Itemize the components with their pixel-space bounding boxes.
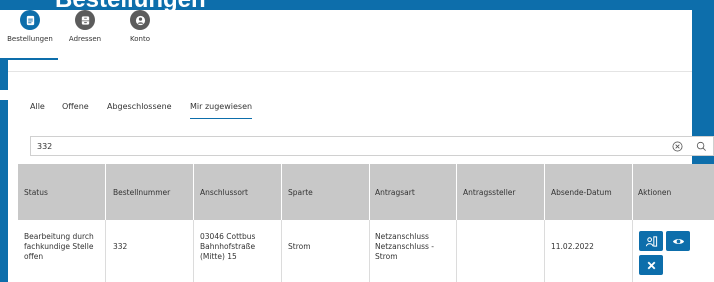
tab-alle[interactable]: Alle: [30, 102, 45, 111]
clear-icon[interactable]: [672, 141, 683, 152]
column-header-aktionen: Aktionen: [638, 188, 672, 197]
search-input[interactable]: [37, 140, 637, 153]
table-row: Bearbeitung durch fachkundige Stelle off…: [18, 220, 714, 282]
column-header-absende-datum: Absende-Datum: [551, 188, 612, 197]
tab-offene[interactable]: Offene: [62, 102, 89, 111]
eye-icon: [672, 238, 684, 244]
tab-abgeschlossene[interactable]: Abgeschlossene: [107, 102, 172, 111]
close-icon: [647, 261, 655, 269]
tab-mir-zugewiesen[interactable]: Mir zugewiesen: [190, 102, 253, 119]
cell-absende-datum: 11.02.2022: [551, 242, 594, 251]
column-header-antragssteller: Antragssteller: [463, 188, 516, 197]
archive-box-icon: [75, 10, 95, 30]
column-header-sparte: Sparte: [288, 188, 313, 197]
cell-antragsart: Netzanschluss Netzanschluss - Strom: [375, 232, 434, 261]
cell-anschlussort: 03046 Cottbus Bahnhofstraße (Mitte) 15: [200, 232, 256, 261]
active-indicator: [4, 58, 58, 60]
top-header-strip: Bestellungen: [0, 0, 714, 10]
cell-bestellnummer: 332: [113, 242, 128, 251]
search-icon[interactable]: [696, 141, 707, 152]
column-header-antragsart: Antragsart: [375, 188, 415, 197]
column-header-bestellnummer: Bestellnummer: [113, 188, 171, 197]
left-edge-bar: [0, 100, 8, 282]
cancel-button[interactable]: [639, 255, 663, 275]
divider: [8, 71, 692, 72]
assign-button[interactable]: [639, 231, 663, 251]
table-header: Status Bestellnummer Anschlussort Sparte…: [18, 164, 714, 220]
cell-sparte: Strom: [288, 242, 311, 251]
assign-person-icon: [645, 235, 657, 247]
cell-status: Bearbeitung durch fachkundige Stelle off…: [24, 232, 94, 261]
cell-actions: [633, 220, 714, 282]
document-icon: [20, 10, 40, 30]
user-icon: [130, 10, 150, 30]
column-header-status: Status: [24, 188, 48, 197]
column-header-anschlussort: Anschlussort: [200, 188, 248, 197]
nav-item-konto[interactable]: Konto: [112, 10, 168, 43]
nav-item-adressen[interactable]: Adressen: [57, 10, 113, 43]
main-navigation: Bestellungen Adressen Konto: [0, 10, 692, 62]
view-button[interactable]: [666, 231, 690, 251]
nav-item-bestellungen[interactable]: Bestellungen: [2, 10, 58, 60]
page-title-clipped: Bestellungen: [55, 0, 206, 10]
nav-label: Konto: [130, 35, 150, 43]
nav-label: Adressen: [68, 35, 102, 43]
nav-label: Bestellungen: [7, 35, 53, 43]
search-bar: [30, 136, 714, 156]
left-edge-bar: [0, 58, 8, 90]
